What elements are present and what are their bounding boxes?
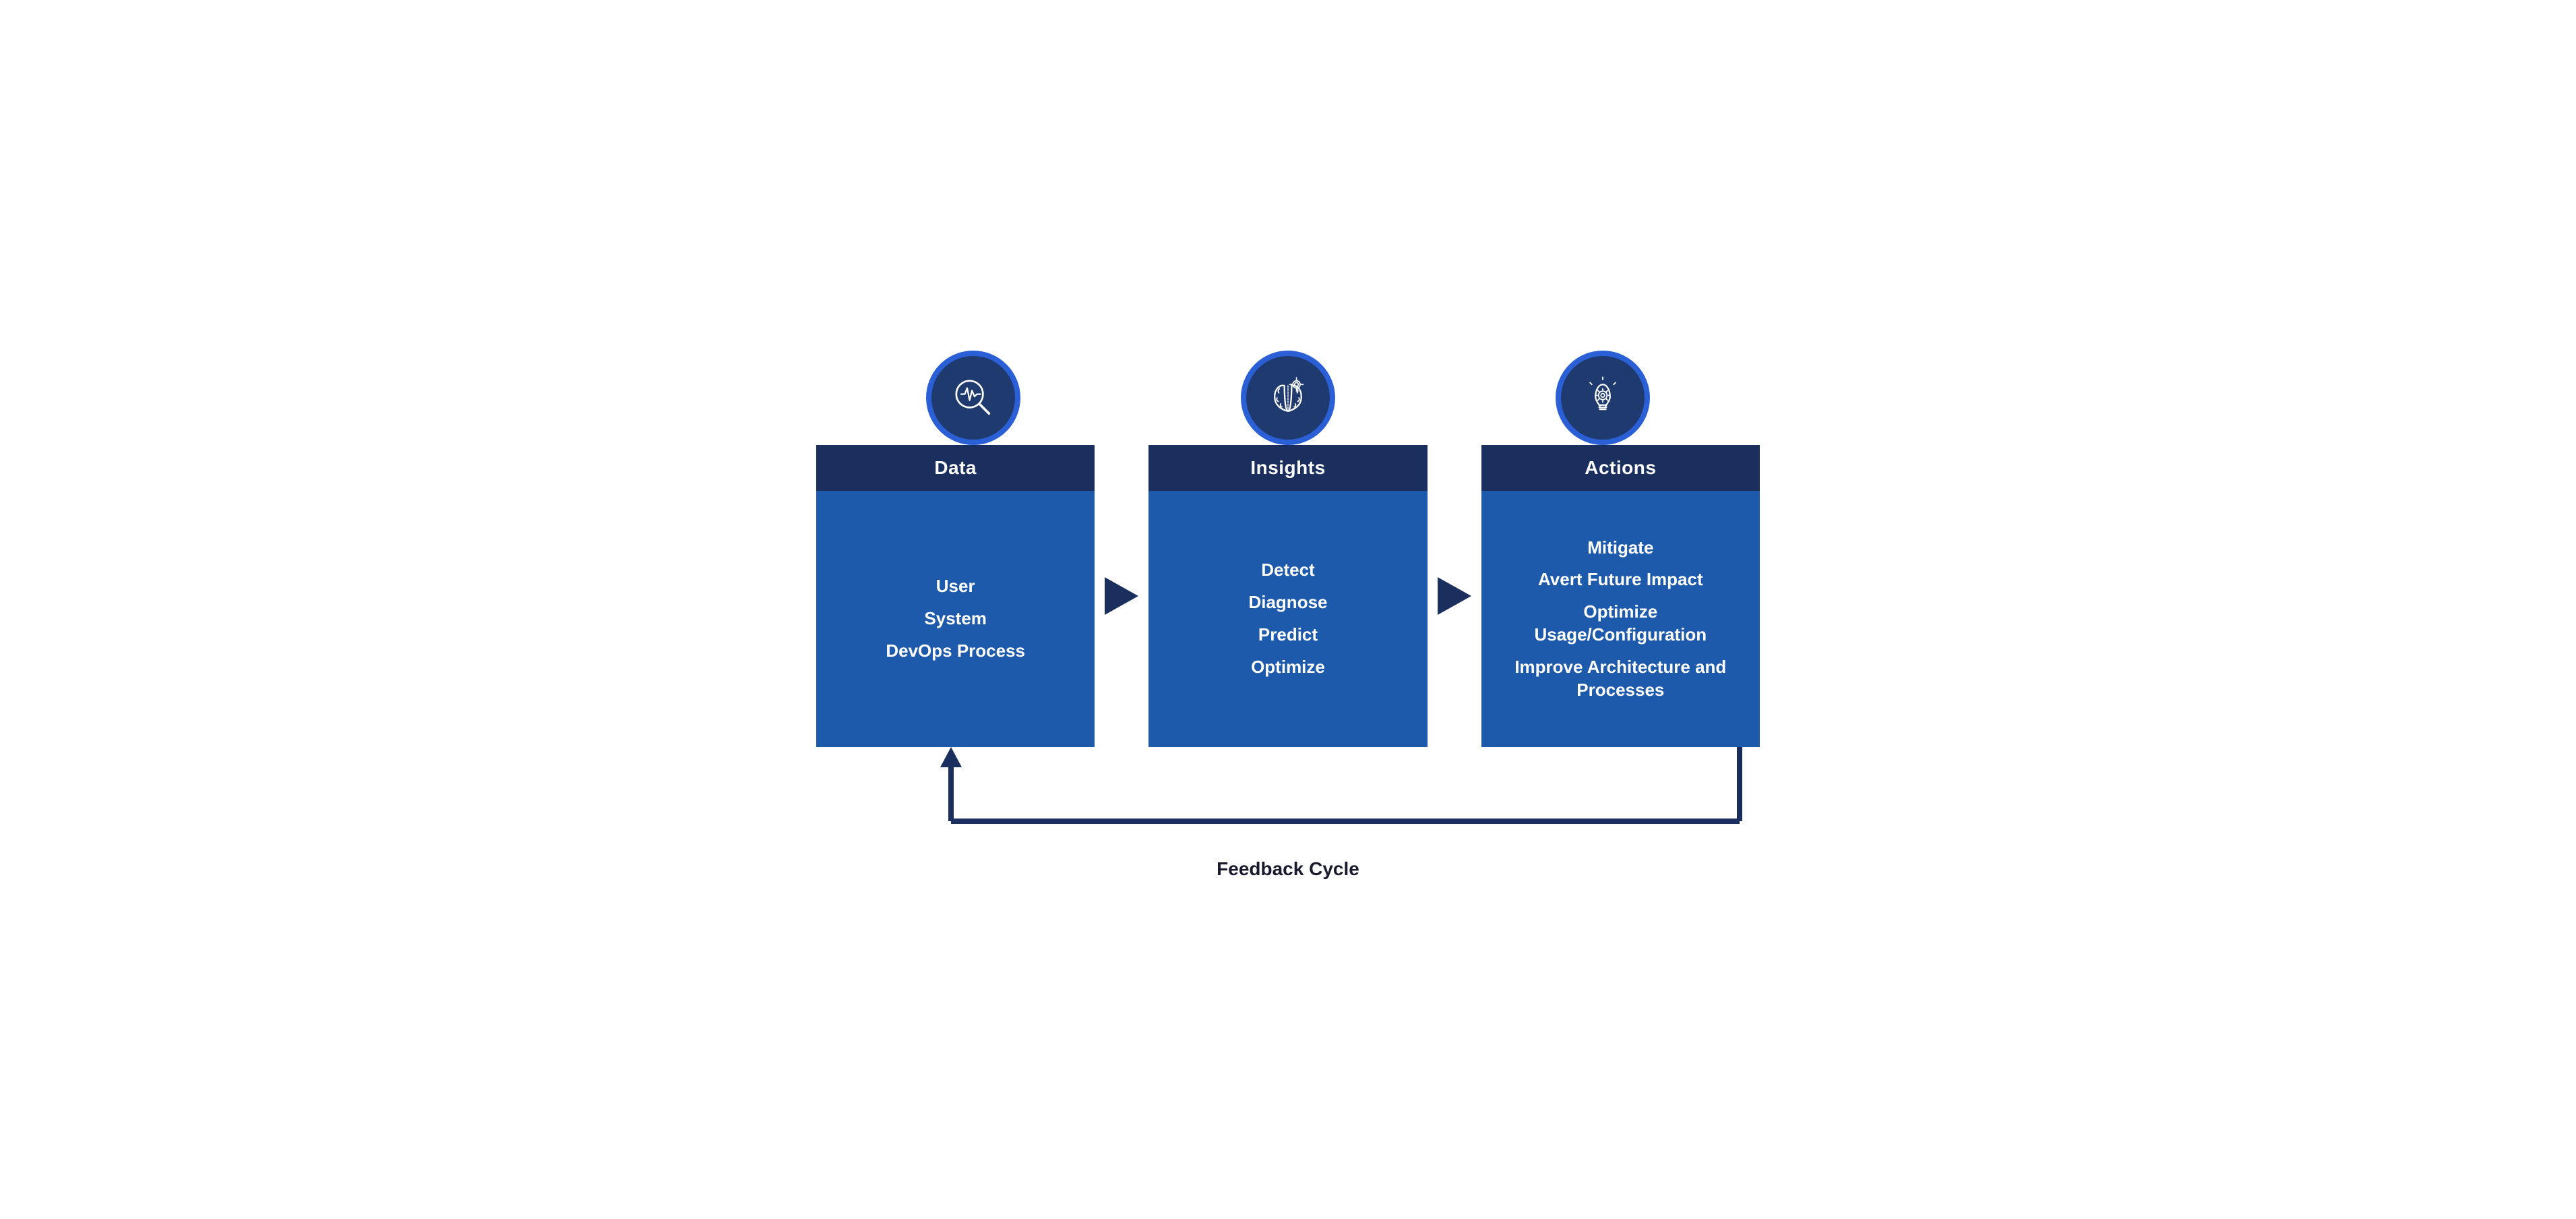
arrow-insights-to-actions — [1428, 445, 1481, 747]
data-item-0: User — [936, 575, 975, 598]
actions-column: Actions Mitigate Avert Future Impact Opt… — [1481, 445, 1760, 747]
actions-item-3: Improve Architecture and Processes — [1502, 656, 1740, 702]
data-item-2: DevOps Process — [886, 640, 1025, 663]
insights-item-2: Predict — [1258, 624, 1318, 647]
insights-icon-wrapper — [1131, 351, 1446, 445]
actions-item-2: Optimize Usage/Configuration — [1502, 601, 1740, 647]
insights-circle-icon — [1241, 351, 1335, 445]
actions-header-text: Actions — [1585, 457, 1656, 478]
insights-column: Insights Detect Diagnose Predict Optimiz… — [1148, 445, 1427, 747]
actions-item-1: Avert Future Impact — [1538, 568, 1703, 591]
data-icon-wrapper — [816, 351, 1131, 445]
diagram-wrapper: Data User System DevOps Process Insights… — [816, 351, 1760, 868]
arrow-data-to-insights — [1095, 445, 1148, 747]
insights-column-items: Detect Diagnose Predict Optimize — [1248, 559, 1327, 678]
insights-item-3: Optimize — [1251, 656, 1325, 679]
actions-circle-icon — [1556, 351, 1650, 445]
data-column: Data User System DevOps Process — [816, 445, 1095, 747]
monitor-search-icon — [949, 374, 998, 422]
data-column-body: User System DevOps Process — [816, 491, 1095, 747]
feedback-arrow-svg — [816, 747, 1760, 868]
data-header-text: Data — [934, 457, 977, 478]
columns-row: Data User System DevOps Process Insights… — [816, 445, 1760, 747]
lightbulb-gear-icon — [1578, 374, 1627, 422]
insights-header-text: Insights — [1250, 457, 1325, 478]
feedback-label: Feedback Cycle — [1217, 858, 1359, 879]
data-circle-icon — [926, 351, 1020, 445]
insights-item-1: Diagnose — [1248, 591, 1327, 614]
data-item-1: System — [924, 607, 987, 630]
feedback-section: Feedback Cycle — [816, 747, 1760, 868]
actions-item-0: Mitigate — [1587, 537, 1653, 560]
actions-column-items: Mitigate Avert Future Impact Optimize Us… — [1502, 537, 1740, 702]
right-arrow-1 — [1105, 577, 1138, 615]
data-column-header: Data — [816, 445, 1095, 491]
insights-item-0: Detect — [1261, 559, 1314, 582]
data-column-items: User System DevOps Process — [886, 575, 1025, 662]
icons-row — [816, 351, 1760, 445]
actions-column-body: Mitigate Avert Future Impact Optimize Us… — [1481, 491, 1760, 747]
actions-column-header: Actions — [1481, 445, 1760, 491]
actions-icon-wrapper — [1445, 351, 1760, 445]
brain-gear-icon — [1264, 374, 1312, 422]
right-arrow-2 — [1438, 577, 1471, 615]
insights-column-header: Insights — [1148, 445, 1427, 491]
insights-column-body: Detect Diagnose Predict Optimize — [1148, 491, 1427, 747]
